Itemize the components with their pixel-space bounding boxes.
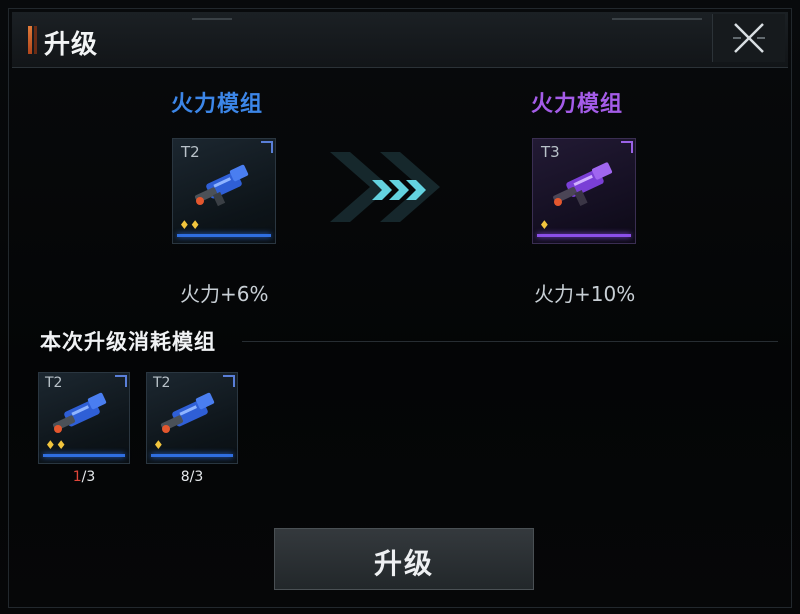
owned-count: 8 <box>180 469 190 485</box>
card-corner <box>261 141 273 153</box>
owned-count: 1 <box>72 469 82 485</box>
tier-label: T3 <box>541 143 560 161</box>
current-stat: 火力+6% <box>180 282 269 306</box>
upgraded-stat: 火力+10% <box>534 282 636 306</box>
upgrade-button-label: 升级 <box>373 547 434 580</box>
header-deco <box>612 18 702 20</box>
page-title: 升级 <box>44 30 99 60</box>
card-corner <box>115 375 127 387</box>
star-rating: ♦ <box>153 438 164 452</box>
card-corner <box>621 141 633 153</box>
consume-section-title: 本次升级消耗模组 <box>40 329 216 354</box>
close-button[interactable] <box>712 14 785 62</box>
required-count: /3 <box>189 469 204 485</box>
rarity-bar <box>43 454 125 457</box>
card-corner <box>223 375 235 387</box>
rarity-bar <box>151 454 233 457</box>
consume-count: 8/3 <box>146 469 238 485</box>
weapon-module-icon <box>160 392 215 433</box>
weapon-module-icon <box>52 392 107 433</box>
consume-item[interactable]: T2 ♦♦ <box>38 372 130 464</box>
current-module-card[interactable]: T2 ♦♦ <box>172 138 276 244</box>
star-rating: ♦ <box>539 218 550 232</box>
header-bar <box>12 12 788 68</box>
tier-label: T2 <box>181 143 200 161</box>
weapon-module-icon <box>194 164 249 207</box>
upgrade-panel: 升级 火力模组 T2 ♦♦ 火力+6% 火力模组 T3 ♦ 火力+10% 本次升… <box>0 0 800 614</box>
title-accent <box>28 26 32 54</box>
consume-count: 1/3 <box>38 469 130 485</box>
header-deco <box>192 18 232 20</box>
chevrons-right-icon <box>372 180 426 200</box>
close-icon <box>733 23 765 53</box>
star-rating: ♦♦ <box>179 218 201 232</box>
current-module-name: 火力模组 <box>171 91 264 117</box>
required-count: /3 <box>81 469 96 485</box>
upgrade-button[interactable]: 升级 <box>274 528 534 590</box>
rarity-bar <box>177 234 271 237</box>
weapon-module-icon <box>553 162 613 207</box>
upgraded-module-card[interactable]: T3 ♦ <box>532 138 636 244</box>
upgraded-module-name: 火力模组 <box>531 91 624 117</box>
title-accent <box>34 26 37 54</box>
consume-item[interactable]: T2 ♦ <box>146 372 238 464</box>
section-divider <box>242 341 778 342</box>
star-rating: ♦♦ <box>45 438 67 452</box>
rarity-bar <box>537 234 631 237</box>
panel-frame <box>8 8 792 608</box>
